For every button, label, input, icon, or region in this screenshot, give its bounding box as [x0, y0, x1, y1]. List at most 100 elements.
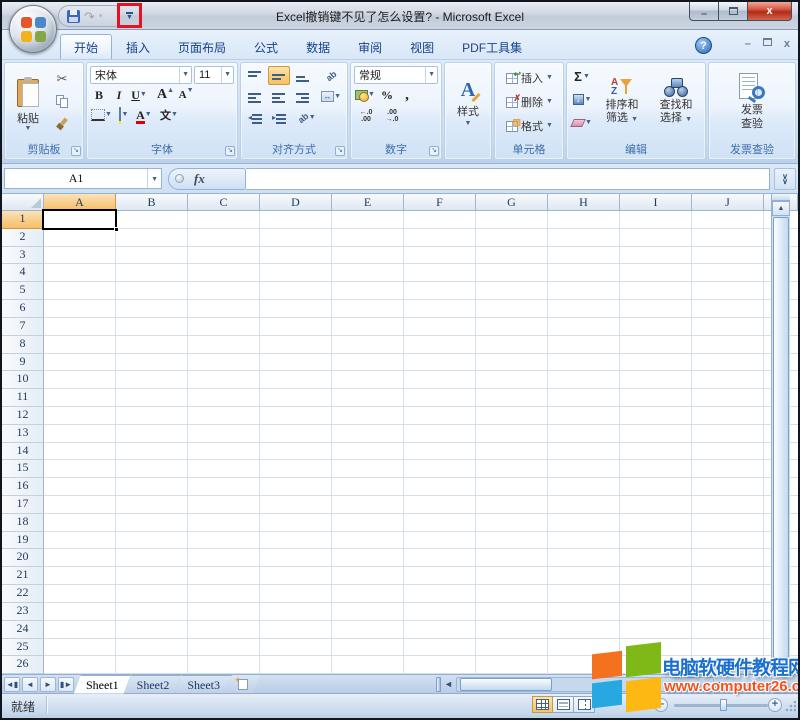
- cell-E23[interactable]: [332, 602, 404, 621]
- cell-I7[interactable]: [620, 317, 692, 336]
- row-header-13[interactable]: 13: [2, 424, 44, 443]
- cell-F15[interactable]: [404, 460, 476, 479]
- cell-C12[interactable]: [188, 406, 260, 425]
- cell-G17[interactable]: [476, 496, 548, 514]
- cell-D17[interactable]: [260, 496, 332, 514]
- copy-button[interactable]: [48, 91, 76, 112]
- insert-cells-button[interactable]: ↩ 插入 ▼: [498, 66, 560, 90]
- cell-B9[interactable]: [116, 353, 188, 372]
- cell-B4[interactable]: [116, 264, 188, 283]
- cell-G26[interactable]: [476, 656, 548, 675]
- cell-F10[interactable]: [404, 371, 476, 390]
- cell-D22[interactable]: [260, 585, 332, 603]
- cell-C20[interactable]: [188, 549, 260, 568]
- cell-A18[interactable]: [44, 513, 116, 532]
- column-header-D[interactable]: D: [260, 194, 332, 211]
- cell-E5[interactable]: [332, 282, 404, 301]
- cell-D12[interactable]: [260, 406, 332, 425]
- close-button[interactable]: x: [748, 2, 792, 21]
- cell-H12[interactable]: [548, 406, 620, 425]
- merge-center-button[interactable]: ↔ ▼: [320, 87, 342, 106]
- cell-I9[interactable]: [620, 353, 692, 372]
- cell-A21[interactable]: [44, 567, 116, 586]
- italic-button[interactable]: I: [110, 86, 128, 104]
- row-header-8[interactable]: 8: [2, 335, 44, 354]
- cell-J12[interactable]: [692, 406, 764, 425]
- cell-H19[interactable]: [548, 531, 620, 550]
- bold-button[interactable]: B: [90, 86, 108, 104]
- cell-C1[interactable]: [188, 211, 260, 229]
- cell-B5[interactable]: [116, 282, 188, 301]
- cell-D9[interactable]: [260, 353, 332, 372]
- cell-C24[interactable]: [188, 620, 260, 639]
- save-icon[interactable]: [67, 9, 80, 23]
- cell-H17[interactable]: [548, 496, 620, 514]
- cell-F26[interactable]: [404, 656, 476, 675]
- cell-G14[interactable]: [476, 442, 548, 461]
- dialog-launcher-icon[interactable]: ↘: [429, 146, 439, 156]
- cell-F17[interactable]: [404, 496, 476, 514]
- cell-D3[interactable]: [260, 246, 332, 265]
- percent-style-button[interactable]: %: [378, 86, 396, 104]
- formula-input[interactable]: [246, 167, 770, 190]
- cell-F18[interactable]: [404, 513, 476, 532]
- cell-B16[interactable]: [116, 478, 188, 496]
- column-header-H[interactable]: H: [548, 194, 620, 211]
- cell-G5[interactable]: [476, 282, 548, 301]
- zoom-in-button[interactable]: +: [768, 698, 782, 712]
- cell-C2[interactable]: [188, 228, 260, 247]
- cell-H20[interactable]: [548, 549, 620, 568]
- cell-G18[interactable]: [476, 513, 548, 532]
- cell-H25[interactable]: [548, 638, 620, 657]
- dialog-launcher-icon[interactable]: ↘: [71, 146, 81, 156]
- cell-F12[interactable]: [404, 406, 476, 425]
- cell-H5[interactable]: [548, 282, 620, 301]
- cell-I24[interactable]: [620, 620, 692, 639]
- cell-B21[interactable]: [116, 567, 188, 586]
- paste-button[interactable]: 粘贴 ▼: [8, 66, 48, 140]
- cell-G19[interactable]: [476, 531, 548, 550]
- cell-C9[interactable]: [188, 353, 260, 372]
- scroll-up-button[interactable]: ▲: [772, 201, 790, 216]
- cell-B2[interactable]: [116, 228, 188, 247]
- chevron-down-icon[interactable]: ▼: [147, 169, 161, 188]
- cell-J19[interactable]: [692, 531, 764, 550]
- cell-F24[interactable]: [404, 620, 476, 639]
- row-header-6[interactable]: 6: [2, 300, 44, 318]
- cell-D5[interactable]: [260, 282, 332, 301]
- cell-D10[interactable]: [260, 371, 332, 390]
- cell-A15[interactable]: [44, 460, 116, 479]
- cell-C11[interactable]: [188, 389, 260, 407]
- cell-H16[interactable]: [548, 478, 620, 496]
- cell-C26[interactable]: [188, 656, 260, 675]
- row-header-19[interactable]: 19: [2, 531, 44, 550]
- cell-D2[interactable]: [260, 228, 332, 247]
- cell-C5[interactable]: [188, 282, 260, 301]
- cell-D6[interactable]: [260, 300, 332, 318]
- cell-B3[interactable]: [116, 246, 188, 265]
- format-cells-button[interactable]: ▨ 格式 ▼: [498, 114, 560, 138]
- cell-C22[interactable]: [188, 585, 260, 603]
- workbook-minimize-button[interactable]: –: [745, 38, 751, 50]
- cell-A25[interactable]: [44, 638, 116, 657]
- cell-B7[interactable]: [116, 317, 188, 336]
- cell-I22[interactable]: [620, 585, 692, 603]
- cell-H2[interactable]: [548, 228, 620, 247]
- cell-H10[interactable]: [548, 371, 620, 390]
- row-header-12[interactable]: 12: [2, 406, 44, 425]
- align-top-button[interactable]: [244, 66, 266, 85]
- cell-G12[interactable]: [476, 406, 548, 425]
- prev-sheet-button[interactable]: ◄: [22, 676, 38, 692]
- cell-B8[interactable]: [116, 335, 188, 354]
- normal-view-button[interactable]: [532, 696, 553, 713]
- cell-H6[interactable]: [548, 300, 620, 318]
- cell-C18[interactable]: [188, 513, 260, 532]
- cell-G4[interactable]: [476, 264, 548, 283]
- workbook-restore-button[interactable]: [762, 38, 772, 46]
- cell-D14[interactable]: [260, 442, 332, 461]
- cell-B15[interactable]: [116, 460, 188, 479]
- zoom-out-button[interactable]: –: [654, 698, 668, 712]
- cell-G24[interactable]: [476, 620, 548, 639]
- cell-G9[interactable]: [476, 353, 548, 372]
- sheet-tab-Sheet2[interactable]: Sheet2: [125, 675, 182, 694]
